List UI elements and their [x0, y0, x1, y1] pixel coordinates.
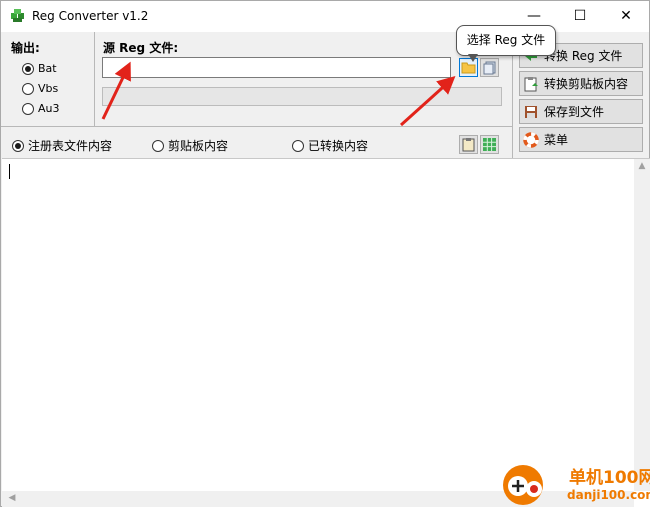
plus-circle-icon — [508, 476, 542, 497]
arrow-to-browse-button — [399, 75, 456, 127]
site-watermark: 单机100网 danji100.com — [503, 463, 650, 507]
app-window: Reg Converter v1.2 — ☐ ✕ 输出: Bat Vbs Au3… — [0, 0, 650, 507]
annotation-arrows — [101, 61, 456, 127]
watermark-url: danji100.com — [567, 488, 650, 502]
watermark-logo — [503, 465, 543, 505]
arrow-to-source-input — [101, 61, 131, 120]
watermark-name: 单机100网 — [569, 468, 650, 488]
